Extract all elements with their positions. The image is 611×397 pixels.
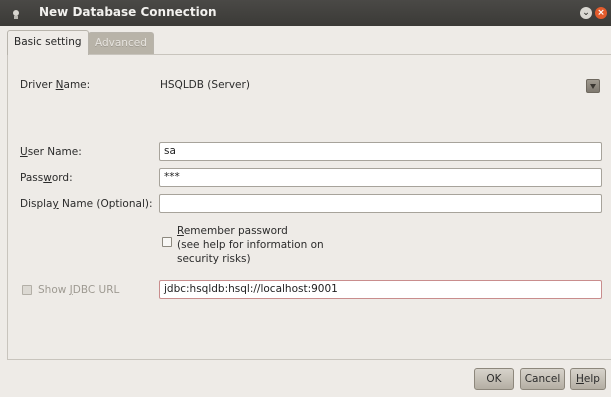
driver-name-label-part: ame:: [63, 79, 91, 91]
titlebar[interactable]: New Database Connection ⌄ ×: [0, 0, 611, 26]
remember-password-checkbox[interactable]: [162, 237, 172, 247]
remember-password-mnemonic: R: [177, 225, 184, 237]
new-database-connection-dialog: New Database Connection ⌄ × Basic settin…: [0, 0, 611, 397]
remember-password-label[interactable]: Remember password (see help for informat…: [177, 224, 324, 266]
tab-basic-setting[interactable]: Basic setting: [7, 30, 89, 55]
close-icon[interactable]: ×: [595, 7, 607, 19]
database-app-icon: [13, 10, 19, 19]
window-title: New Database Connection: [39, 5, 217, 19]
remember-password-line: Remember password: [177, 224, 324, 238]
driver-name-label-mnemonic: N: [55, 79, 64, 91]
password-label-part: Pass: [20, 172, 44, 184]
help-button-mnemonic: H: [576, 373, 584, 385]
password-label-mnemonic: w: [43, 172, 52, 184]
help-button-label: elp: [583, 373, 600, 385]
user-name-input[interactable]: sa: [159, 142, 602, 161]
cancel-button[interactable]: Cancel: [520, 368, 565, 390]
password-input[interactable]: ***: [159, 168, 602, 187]
ok-button[interactable]: OK: [474, 368, 514, 390]
chevron-down-icon[interactable]: [586, 79, 600, 93]
show-jdbc-url-part: Show: [38, 284, 70, 296]
show-jdbc-url-part: DBC URL: [72, 284, 120, 296]
minimize-icon[interactable]: ⌄: [580, 7, 592, 19]
remember-password-note: security risks): [177, 253, 251, 265]
user-name-label: User Name:: [20, 146, 82, 158]
remember-password-part: emember password: [183, 225, 288, 237]
password-label: Password:: [20, 172, 73, 184]
remember-password-note: (see help for information on: [177, 239, 324, 251]
show-jdbc-url-label: Show JDBC URL: [38, 284, 119, 296]
help-button[interactable]: Help: [570, 368, 606, 390]
jdbc-url-input[interactable]: jdbc:hsqldb:hsql://localhost:9001: [159, 280, 602, 299]
user-name-label-part: ser Name:: [27, 146, 82, 158]
display-name-label-part: Name (Optional):: [58, 198, 153, 210]
tab-advanced[interactable]: Advanced: [88, 32, 154, 54]
driver-name-label-part: Driver: [20, 79, 56, 91]
driver-select[interactable]: HSQLDB (Server): [160, 79, 250, 91]
password-label-part: ord:: [51, 172, 73, 184]
display-name-input[interactable]: [159, 194, 602, 213]
show-jdbc-url-checkbox[interactable]: [22, 285, 32, 295]
display-name-label-part: Displa: [20, 198, 53, 210]
user-name-label-mnemonic: U: [20, 146, 28, 158]
driver-name-label: Driver Name:: [20, 79, 90, 91]
display-name-label: Display Name (Optional):: [20, 198, 153, 210]
